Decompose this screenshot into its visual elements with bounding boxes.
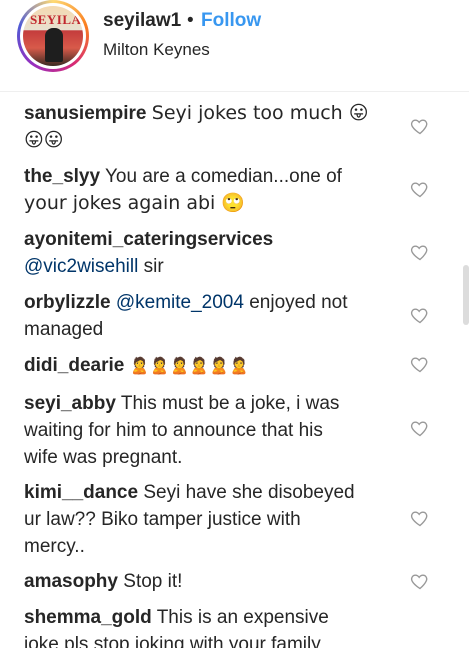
- heart-outline-icon[interactable]: [410, 418, 430, 438]
- comment-username[interactable]: amasophy: [24, 571, 118, 592]
- comment-text-continued: mercy..: [24, 536, 85, 557]
- comment-text-continued: joke pls stop joking with your family: [24, 634, 321, 648]
- avatar-logo-text: SEYILAW: [30, 12, 83, 27]
- comment-text-continued: managed: [24, 319, 104, 340]
- comments-list: sanusiempire Seyi jokes too much 😛 😛😛 th…: [0, 92, 469, 648]
- comment-text: You are a comedian...one of: [104, 166, 342, 187]
- comment-username[interactable]: kimi__dance: [24, 482, 138, 503]
- comment-text-continued: your jokes again abi 🙄: [24, 192, 246, 214]
- comment: orbylizzle @kemite_2004 enjoyed not mana…: [24, 289, 384, 343]
- username[interactable]: seyilaw1: [103, 10, 181, 32]
- comment-username[interactable]: orbylizzle: [24, 292, 111, 313]
- comment: seyi_abby This must be a joke, i was wai…: [24, 390, 384, 471]
- comment-text-continued: ur law?? Biko tamper justice with: [24, 509, 301, 530]
- heart-outline-icon[interactable]: [410, 116, 430, 136]
- comment: sanusiempire Seyi jokes too much 😛 😛😛: [24, 100, 384, 154]
- separator-dot: •: [187, 10, 194, 31]
- comment: kimi__dance Seyi have she disobeyed ur l…: [24, 479, 384, 560]
- comment-username[interactable]: the_slyy: [24, 166, 100, 187]
- heart-outline-icon[interactable]: [410, 242, 430, 262]
- comment-text: Seyi jokes too much 😛: [151, 102, 369, 124]
- comment-text: sir: [138, 256, 164, 277]
- comment-text: enjoyed not: [243, 292, 348, 313]
- comment-mention[interactable]: @kemite_2004: [116, 292, 244, 313]
- comment-username[interactable]: seyi_abby: [24, 393, 116, 414]
- comment-text: Stop it!: [123, 571, 183, 592]
- heart-outline-icon[interactable]: [410, 571, 430, 591]
- comment-text: 🙎🙎🙎🙎🙎🙎: [129, 356, 250, 375]
- comment-username[interactable]: sanusiempire: [24, 103, 147, 124]
- heart-outline-icon[interactable]: [410, 179, 430, 199]
- comment: ayonitemi_cateringservices @vic2wisehill…: [24, 226, 384, 280]
- comment-mention[interactable]: @vic2wisehill: [24, 256, 138, 277]
- scrollbar-thumb[interactable]: [463, 265, 469, 325]
- comment-username[interactable]: shemma_gold: [24, 607, 152, 628]
- location-link[interactable]: Milton Keynes: [103, 40, 210, 60]
- comment: the_slyy You are a comedian...one of you…: [24, 163, 384, 217]
- heart-outline-icon[interactable]: [410, 354, 430, 374]
- avatar-story-ring[interactable]: SEYILAW: [17, 0, 89, 72]
- comment-text-continued: waiting for him to announce that his: [24, 420, 323, 441]
- heart-outline-icon[interactable]: [410, 305, 430, 325]
- comment: didi_dearie 🙎🙎🙎🙎🙎🙎: [24, 352, 384, 379]
- heart-outline-icon[interactable]: [410, 508, 430, 528]
- comment-text-continued: 😛😛: [24, 129, 64, 151]
- comment-username[interactable]: ayonitemi_cateringservices: [24, 229, 273, 250]
- follow-button[interactable]: Follow: [201, 10, 261, 32]
- comment-text: This must be a joke, i was: [120, 393, 340, 414]
- comment: shemma_gold This is an expensive joke pl…: [24, 604, 404, 648]
- comment-text: This is an expensive: [156, 607, 329, 628]
- comment-text-continued: wife was pregnant.: [24, 447, 183, 468]
- comment-username[interactable]: didi_dearie: [24, 355, 124, 376]
- comment-text: Seyi have she disobeyed: [143, 482, 355, 503]
- avatar: SEYILAW: [23, 6, 83, 66]
- comment: amasophy Stop it!: [24, 568, 384, 595]
- post-header: SEYILAW seyilaw1 • Follow Milton Keynes: [0, 0, 469, 92]
